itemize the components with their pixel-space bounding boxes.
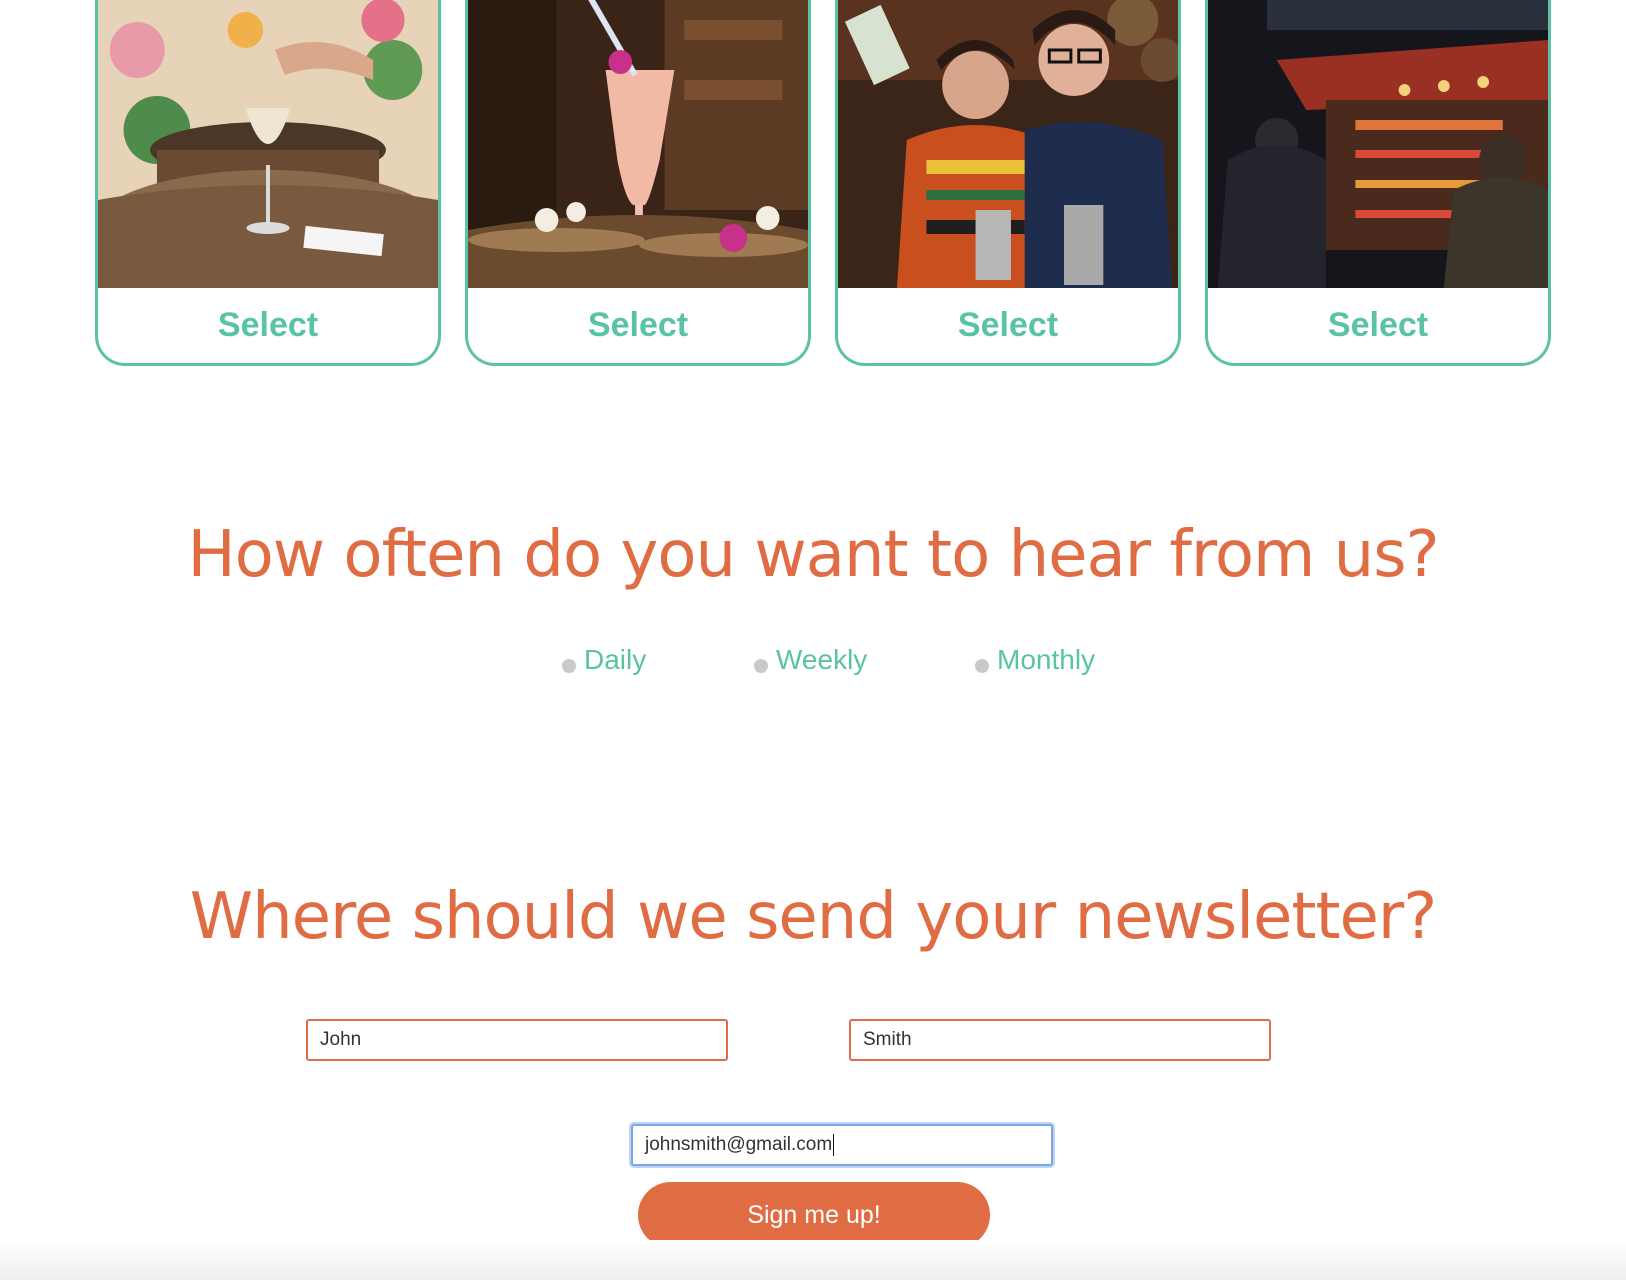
select-button[interactable]: Select [838,288,1178,363]
email-field[interactable]: johnsmith@gmail.com [631,1124,1053,1166]
email-value: johnsmith@gmail.com [645,1134,833,1155]
radio-button[interactable] [562,659,576,673]
radio-button[interactable] [975,659,989,673]
sign-up-button[interactable]: Sign me up! [638,1182,990,1248]
image-card-2[interactable]: Select [465,0,811,366]
frequency-heading: How often do you want to hear from us? [187,518,1439,592]
select-button[interactable]: Select [468,288,808,363]
newsletter-heading: Where should we send your newsletter? [189,880,1437,954]
text-cursor [833,1133,835,1156]
last-name-value: Smith [863,1029,912,1050]
select-button[interactable]: Select [98,288,438,363]
busy-bar-street-photo [1208,0,1548,288]
frequency-radio-group: Daily Weekly Monthly [0,640,1626,684]
tiki-drink-photo [468,0,808,288]
radio-option-weekly[interactable]: Weekly [754,640,867,680]
image-selection-cards: Select Select Select Select [0,0,1626,370]
window-bottom-edge [0,1240,1626,1280]
radio-label: Weekly [776,644,868,675]
image-card-4[interactable]: Select [1205,0,1551,366]
radio-label: Monthly [997,644,1096,675]
last-name-field[interactable]: Smith [849,1019,1271,1061]
image-card-3[interactable]: Select [835,0,1181,366]
select-button[interactable]: Select [1208,288,1548,363]
radio-button[interactable] [754,659,768,673]
first-name-value: John [320,1029,362,1050]
radio-label: Daily [584,644,647,675]
bartenders-pouring-photo [838,0,1178,288]
image-card-1[interactable]: Select [95,0,441,366]
radio-option-daily[interactable]: Daily [562,640,646,680]
radio-option-monthly[interactable]: Monthly [975,640,1095,680]
cocktail-on-barrel-photo [98,0,438,288]
first-name-field[interactable]: John [306,1019,728,1061]
